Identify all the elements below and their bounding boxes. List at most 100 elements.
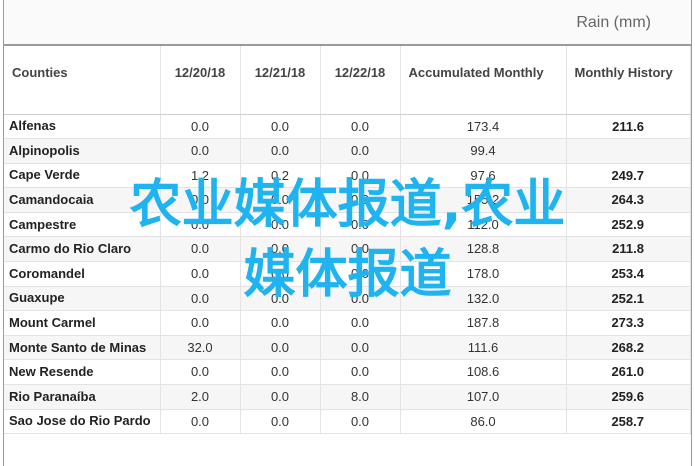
header-counties[interactable]: Counties	[4, 46, 161, 115]
date-3-cell: 0.0	[320, 114, 401, 140]
header-date-1[interactable]: 12/20/18	[160, 46, 241, 115]
accumulated-cell: 155.2	[400, 187, 567, 213]
history-cell: 258.7	[566, 409, 691, 435]
accumulated-cell: 107.0	[400, 384, 567, 410]
date-1-cell: 0.0	[160, 310, 241, 336]
history-cell: 253.4	[566, 261, 691, 287]
county-cell: Camandocaia	[4, 187, 161, 213]
date-3-cell: 0.0	[320, 409, 401, 435]
county-cell: Campestre	[4, 212, 161, 238]
table-row: Campestre 0.0 0.0 0.0 112.0 252.9	[4, 212, 691, 238]
accumulated-cell: 111.6	[400, 335, 567, 361]
date-2-cell: 0.0	[240, 359, 321, 386]
accumulated-cell: 99.4	[400, 138, 567, 164]
rain-table: Counties 12/20/18 12/21/18 12/22/18 Accu…	[4, 46, 691, 435]
date-3-cell: 0.0	[320, 138, 401, 164]
date-3-cell: 0.0	[320, 187, 401, 213]
rain-table-panel: Rain (mm) Counties 12/20/18 12/21/18 12/…	[3, 0, 692, 466]
table-row: Cape Verde 1.2 0.2 0.0 97.6 249.7	[4, 163, 691, 189]
accumulated-cell: 86.0	[400, 409, 567, 435]
header-row: Counties 12/20/18 12/21/18 12/22/18 Accu…	[4, 46, 691, 115]
date-2-cell: 0.0	[240, 310, 321, 336]
history-cell: 264.3	[566, 187, 691, 213]
county-cell: Sao Jose do Rio Pardo	[4, 409, 161, 435]
accumulated-cell: 128.8	[400, 236, 567, 263]
date-1-cell: 0.0	[160, 236, 241, 263]
date-1-cell: 2.0	[160, 384, 241, 410]
table-row: Monte Santo de Minas 32.0 0.0 0.0 111.6 268.2	[4, 335, 691, 361]
county-cell: Rio Paranaíba	[4, 384, 161, 410]
date-2-cell: 0.0	[240, 138, 321, 164]
unit-label: Rain (mm)	[576, 14, 651, 31]
table-row: Carmo do Rio Claro 0.0 0.0 0.0 128.8 211.8	[4, 236, 691, 263]
history-cell: 211.8	[566, 236, 691, 263]
date-1-cell: 32.0	[160, 335, 241, 361]
date-3-cell: 0.0	[320, 286, 401, 312]
date-1-cell: 0.0	[160, 409, 241, 435]
history-cell: 268.2	[566, 335, 691, 361]
county-cell: Monte Santo de Minas	[4, 335, 161, 361]
date-1-cell: 0.0	[160, 359, 241, 386]
county-cell: Alpinopolis	[4, 138, 161, 164]
history-cell: 211.6	[566, 114, 691, 140]
date-3-cell: 0.0	[320, 163, 401, 189]
header-date-2[interactable]: 12/21/18	[240, 46, 321, 115]
county-cell: Guaxupe	[4, 286, 161, 312]
county-cell: Coromandel	[4, 261, 161, 287]
date-2-cell: 0.0	[240, 212, 321, 238]
table-row: Guaxupe 0.0 0.0 0.0 132.0 252.1	[4, 286, 691, 312]
accumulated-cell: 108.6	[400, 359, 567, 386]
header-accumulated[interactable]: Accumulated Monthly	[400, 46, 567, 115]
date-2-cell: 0.0	[240, 261, 321, 287]
county-cell: Alfenas	[4, 114, 161, 140]
county-cell: New Resende	[4, 359, 161, 386]
date-1-cell: 0.0	[160, 286, 241, 312]
table-row: Alfenas 0.0 0.0 0.0 173.4 211.6	[4, 114, 691, 140]
county-cell: Carmo do Rio Claro	[4, 236, 161, 263]
date-2-cell: 0.2	[240, 163, 321, 189]
history-cell: 259.6	[566, 384, 691, 410]
accumulated-cell: 187.8	[400, 310, 567, 336]
history-cell: 261.0	[566, 359, 691, 386]
date-2-cell: 0.0	[240, 187, 321, 213]
date-1-cell: 0.0	[160, 114, 241, 140]
date-2-cell: 0.0	[240, 409, 321, 435]
date-2-cell: 0.0	[240, 384, 321, 410]
date-2-cell: 0.0	[240, 114, 321, 140]
accumulated-cell: 112.0	[400, 212, 567, 238]
history-cell	[566, 138, 691, 164]
date-3-cell: 0.0	[320, 236, 401, 263]
county-cell: Cape Verde	[4, 163, 161, 189]
date-1-cell: 0.0	[160, 261, 241, 287]
date-3-cell: 0.0	[320, 212, 401, 238]
history-cell: 273.3	[566, 310, 691, 336]
table-row: New Resende 0.0 0.0 0.0 108.6 261.0	[4, 359, 691, 386]
header-date-3[interactable]: 12/22/18	[320, 46, 401, 115]
date-3-cell: 0.0	[320, 335, 401, 361]
table-row: Camandocaia 0.0 0.0 0.0 155.2 264.3	[4, 187, 691, 213]
date-1-cell: 1.2	[160, 163, 241, 189]
table-row: Mount Carmel 0.0 0.0 0.0 187.8 273.3	[4, 310, 691, 336]
history-cell: 252.1	[566, 286, 691, 312]
accumulated-cell: 132.0	[400, 286, 567, 312]
accumulated-cell: 173.4	[400, 114, 567, 140]
unit-header: Rain (mm)	[4, 0, 691, 46]
header-history[interactable]: Monthly History	[566, 46, 691, 115]
date-1-cell: 0.0	[160, 187, 241, 213]
date-1-cell: 0.0	[160, 138, 241, 164]
table-row: Coromandel 0.0 0.0 0.0 178.0 253.4	[4, 261, 691, 287]
date-3-cell: 0.0	[320, 310, 401, 336]
history-cell: 252.9	[566, 212, 691, 238]
accumulated-cell: 97.6	[400, 163, 567, 189]
table-row: Alpinopolis 0.0 0.0 0.0 99.4	[4, 138, 691, 164]
table-row: Sao Jose do Rio Pardo 0.0 0.0 0.0 86.0 258.7	[4, 409, 691, 435]
date-3-cell: 0.0	[320, 261, 401, 287]
accumulated-cell: 178.0	[400, 261, 567, 287]
county-cell: Mount Carmel	[4, 310, 161, 336]
date-2-cell: 0.0	[240, 236, 321, 263]
table-row: Rio Paranaíba 2.0 0.0 8.0 107.0 259.6	[4, 384, 691, 410]
date-2-cell: 0.0	[240, 286, 321, 312]
date-1-cell: 0.0	[160, 212, 241, 238]
date-3-cell: 8.0	[320, 384, 401, 410]
date-2-cell: 0.0	[240, 335, 321, 361]
